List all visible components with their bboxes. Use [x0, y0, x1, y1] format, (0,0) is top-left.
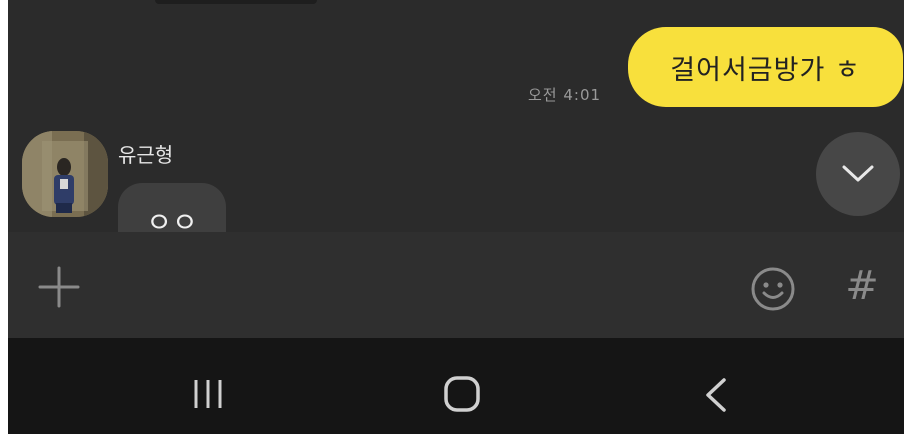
hashtag-button[interactable]: #: [842, 262, 882, 310]
home-button[interactable]: [442, 374, 482, 414]
message-input-bar: #: [8, 232, 904, 338]
system-navigation-bar: [8, 338, 904, 434]
sender-name: 유근형: [118, 143, 174, 167]
plus-icon: [38, 266, 80, 308]
chat-screen: 걸어서금방가 ㅎ 오전 4:01 유근형 ㅇㅇ #: [8, 0, 904, 434]
message-timestamp: 오전 4:01: [528, 86, 602, 104]
outgoing-message-text: 걸어서금방가 ㅎ: [670, 54, 861, 86]
smiley-icon: [751, 267, 795, 311]
back-button[interactable]: [702, 376, 730, 414]
recent-apps-icon: [194, 380, 222, 408]
back-icon: [706, 378, 726, 412]
emoji-button[interactable]: [750, 266, 796, 312]
home-icon: [444, 376, 480, 412]
avatar-photo: [22, 131, 108, 217]
recent-apps-button[interactable]: [188, 376, 228, 412]
previous-message-fragment: [155, 0, 317, 4]
scroll-to-bottom-button[interactable]: [816, 132, 900, 216]
attach-button[interactable]: [36, 264, 82, 310]
outgoing-message-bubble[interactable]: 걸어서금방가 ㅎ: [628, 27, 903, 107]
avatar[interactable]: [22, 131, 108, 217]
chevron-down-icon: [842, 165, 874, 182]
